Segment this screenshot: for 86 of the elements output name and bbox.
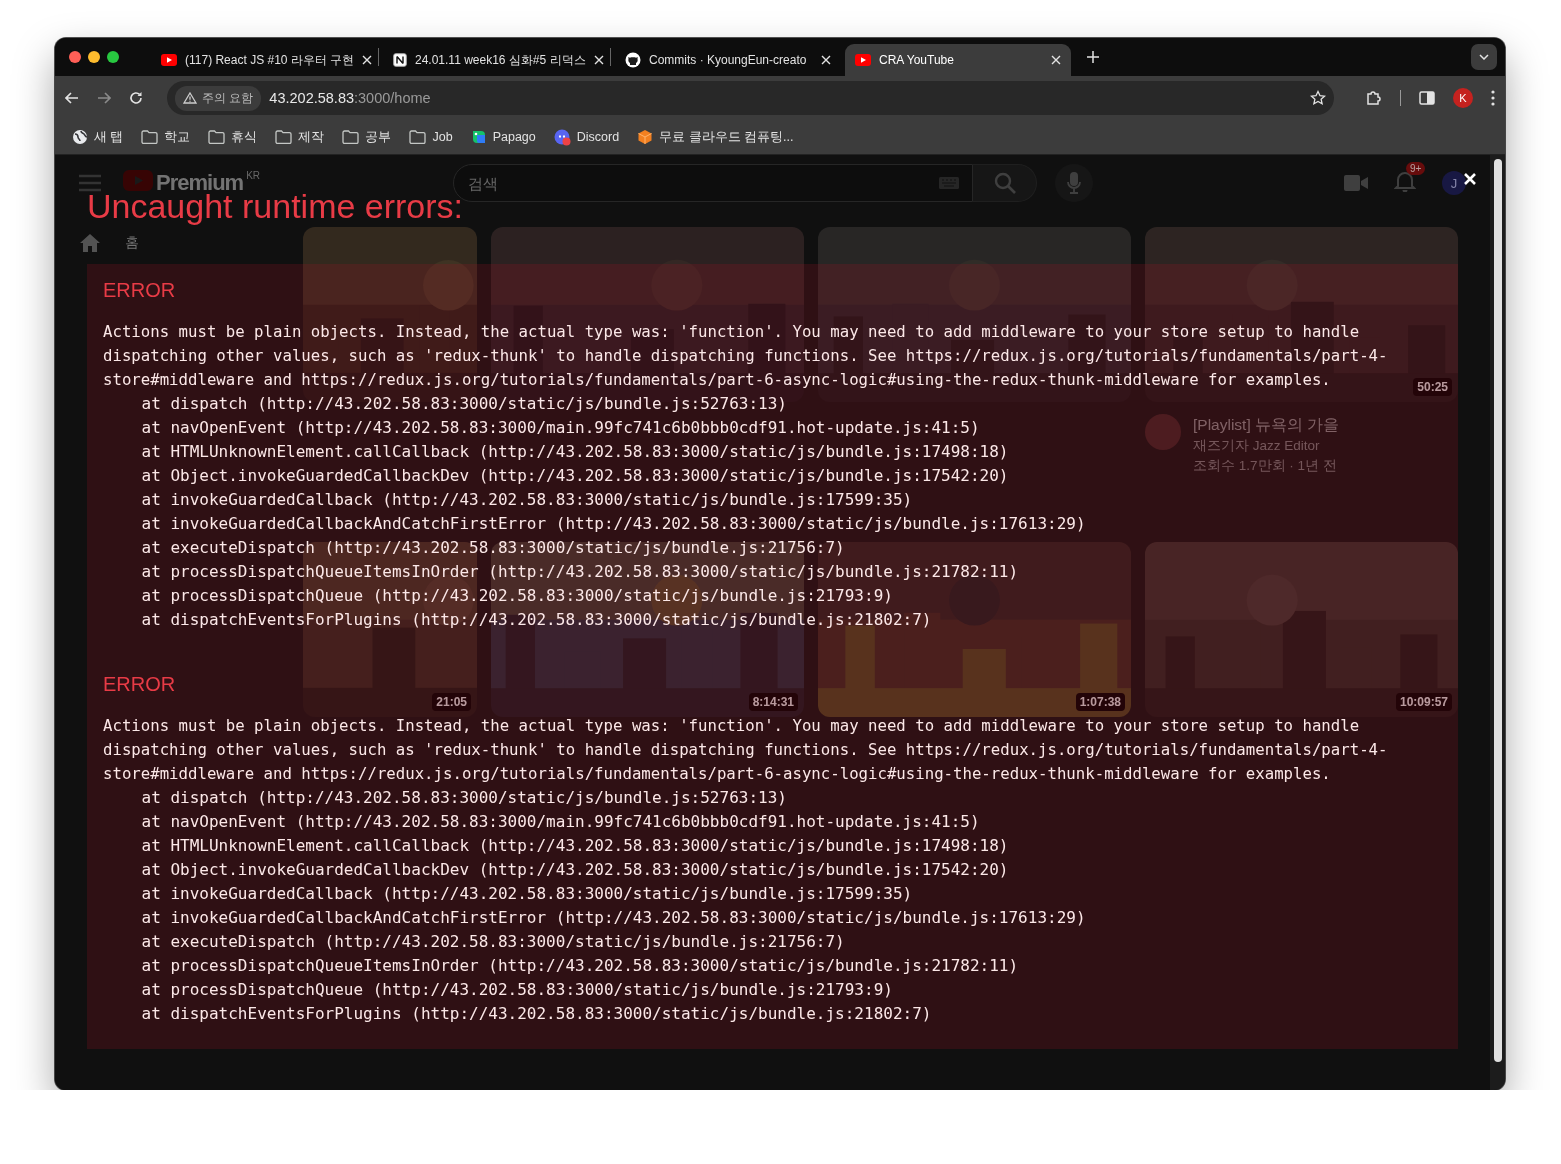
error-label: ERROR xyxy=(103,278,176,302)
stack-frame: at invokeGuardedCallbackAndCatchFirstError (http://43.202.58.83:3000/static/js/bundle.js:17613:29) xyxy=(103,512,1086,536)
browser-tab[interactable]: (117) React JS #10 라우터 구현 xyxy=(151,44,377,76)
browser-tab[interactable]: CRA YouTube xyxy=(845,44,1071,76)
stack-frame: at executeDispatch (http://43.202.58.83:3000/static/js/bundle.js:21756:7) xyxy=(103,930,845,954)
folder-icon xyxy=(141,130,159,144)
stack-frame: at dispatchEventsForPlugins (http://43.202.58.83:3000/static/js/bundle.js:21802:7) xyxy=(103,608,932,632)
stack-frame: at dispatchEventsForPlugins (http://43.202.58.83:3000/static/js/bundle.js:21802:7) xyxy=(103,1002,932,1026)
stack-frame: at navOpenEvent (http://43.202.58.83:3000/main.99fc741c6b0bbb0cdf91.hot-update.js:41:5) xyxy=(103,810,980,834)
bookmark[interactable]: Job xyxy=(402,126,460,148)
duration-badge: 50:25 xyxy=(1413,378,1452,396)
stack-frame: at invokeGuardedCallback (http://43.202.58.83:3000/static/js/bundle.js:17599:35) xyxy=(103,488,913,512)
error-message: Actions must be plain objects. Instead, the actual type was: 'function'. You may need to add middleware to your store setup to handle dispatching other values, such as 'redux-thunk' to handle dispatching functions. See https://redux.js.org/tutorials/fundamentals/part-4-store#middleware and https://redux.js.org/tutorials/fundamentals/part-6-async-logic#using-the-redux-thunk-middleware for examples. xyxy=(103,321,1389,391)
duration-badge: 8:14:31 xyxy=(748,693,798,711)
error-label: ERROR xyxy=(103,672,176,696)
duration-badge: 21:05 xyxy=(432,693,471,711)
view-count: 조회수 1.7만회 · 1년 전 xyxy=(1193,457,1338,475)
bookmark-star-icon[interactable] xyxy=(1310,90,1326,106)
folder-icon xyxy=(409,130,427,144)
folder-icon xyxy=(275,130,293,144)
stack-frame: at dispatch (http://43.202.58.83:3000/static/js/bundle.js:52763:13) xyxy=(103,786,787,810)
papago-icon xyxy=(470,129,487,145)
close-window-button[interactable] xyxy=(69,51,81,63)
scrollbar-thumb[interactable] xyxy=(1494,159,1502,1062)
close-icon[interactable] xyxy=(593,55,604,65)
url-text: 43.202.58.83:3000/home xyxy=(269,90,432,106)
bookmark[interactable]: Papago xyxy=(463,125,543,149)
folder-icon xyxy=(208,130,226,144)
minimize-window-button[interactable] xyxy=(88,51,100,63)
warning-icon xyxy=(183,92,197,104)
stack-frame: at executeDispatch (http://43.202.58.83:3000/static/js/bundle.js:21756:7) xyxy=(103,536,845,560)
browser-tab[interactable]: Commits · KyoungEun-creato xyxy=(615,44,841,76)
bookmark[interactable]: 무료 클라우드 컴퓨팅... xyxy=(630,124,801,150)
folder-icon xyxy=(342,130,360,144)
play-logo-icon xyxy=(123,170,153,191)
side-panel-icon[interactable] xyxy=(1419,91,1435,105)
stack-frame: at Object.invokeGuardedCallbackDev (http://43.202.58.83:3000/static/js/bundle.js:17542:20) xyxy=(103,464,1009,488)
tab-search-button[interactable] xyxy=(1471,44,1497,70)
stack-frame: at processDispatchQueueItemsInOrder (http://43.202.58.83:3000/static/js/bundle.js:21782:11) xyxy=(103,954,1019,978)
security-chip[interactable]: 주의 요함 xyxy=(175,85,262,111)
stack-frame: at processDispatchQueue (http://43.202.58.83:3000/static/js/bundle.js:21793:9) xyxy=(103,978,893,1002)
duration-badge: 10:09:57 xyxy=(1395,693,1452,711)
more-menu-icon[interactable] xyxy=(1491,90,1495,106)
stack-frame: at invokeGuardedCallbackAndCatchFirstError (http://43.202.58.83:3000/static/js/bundle.js:17613:29) xyxy=(103,906,1086,930)
browser-tab[interactable]: 24.01.11 week16 심화#5 리덕스 xyxy=(383,44,609,76)
error-message: Actions must be plain objects. Instead, the actual type was: 'function'. You may need to add middleware to your store setup to handle dispatching other values, such as 'redux-thunk' to handle dispatching functions. See https://redux.js.org/tutorials/fundamentals/part-4-store#middleware and https://redux.js.org/tutorials/fundamentals/part-6-async-logic#using-the-redux-thunk-middleware for examples. xyxy=(103,715,1389,785)
close-icon[interactable] xyxy=(362,55,373,65)
notification-badge: 9+ xyxy=(1406,162,1426,175)
tab-favicon-icon xyxy=(625,52,641,68)
stack-frame: at HTMLUnknownElement.callCallback (http://43.202.58.83:3000/static/js/bundle.js:17498:18) xyxy=(103,834,1009,858)
bookmark[interactable]: 공부 xyxy=(335,124,399,150)
stack-frame: at processDispatchQueueItemsInOrder (http://43.202.58.83:3000/static/js/bundle.js:21782:11) xyxy=(103,560,1019,584)
maximize-window-button[interactable] xyxy=(107,51,119,63)
account-avatar[interactable]: J xyxy=(1442,171,1466,195)
bookmark[interactable]: 제작 xyxy=(268,124,332,150)
stack-frame: at invokeGuardedCallback (http://43.202.58.83:3000/static/js/bundle.js:17599:35) xyxy=(103,882,913,906)
region-label: KR xyxy=(246,170,261,181)
tab-favicon-icon xyxy=(393,53,407,67)
globe-icon xyxy=(72,129,88,145)
duration-badge: 1:07:38 xyxy=(1075,693,1125,711)
stack-frame: at Object.invokeGuardedCallbackDev (http://43.202.58.83:3000/static/js/bundle.js:17542:20) xyxy=(103,858,1009,882)
chevron-down-icon xyxy=(1479,54,1489,60)
reload-icon[interactable] xyxy=(129,91,143,105)
stack-frame: at navOpenEvent (http://43.202.58.83:3000/main.99fc741c6b0bbb0cdf91.hot-update.js:41:5) xyxy=(103,416,980,440)
discord-icon xyxy=(553,128,571,146)
close-icon[interactable] xyxy=(821,55,831,65)
home-icon xyxy=(79,233,101,253)
extensions-icon[interactable] xyxy=(1366,90,1382,106)
new-tab-icon[interactable] xyxy=(1087,51,1099,63)
stack-frame: at HTMLUnknownElement.callCallback (http://43.202.58.83:3000/static/js/bundle.js:17498:18) xyxy=(103,440,1009,464)
tab-favicon-icon xyxy=(161,54,177,66)
address-field[interactable]: 주의 요함 43.202.58.83:3000/home xyxy=(167,81,1334,115)
tab-favicon-icon xyxy=(855,54,871,66)
close-icon[interactable] xyxy=(1051,55,1061,65)
microphone-icon xyxy=(1067,172,1081,194)
bookmark[interactable]: 새 탭 xyxy=(65,124,131,150)
back-icon[interactable] xyxy=(65,92,79,104)
search-icon xyxy=(993,172,1016,194)
bookmark[interactable]: Discord xyxy=(546,124,627,150)
cube-icon xyxy=(637,129,654,145)
stack-frame: at dispatch (http://43.202.58.83:3000/static/js/bundle.js:52763:13) xyxy=(103,392,787,416)
stack-frame: at processDispatchQueue (http://43.202.58.83:3000/static/js/bundle.js:21793:9) xyxy=(103,584,893,608)
profile-avatar[interactable]: K xyxy=(1453,88,1473,108)
bookmark[interactable]: 학교 xyxy=(134,124,198,150)
bookmark[interactable]: 휴식 xyxy=(201,124,265,150)
forward-icon[interactable] xyxy=(97,92,111,104)
